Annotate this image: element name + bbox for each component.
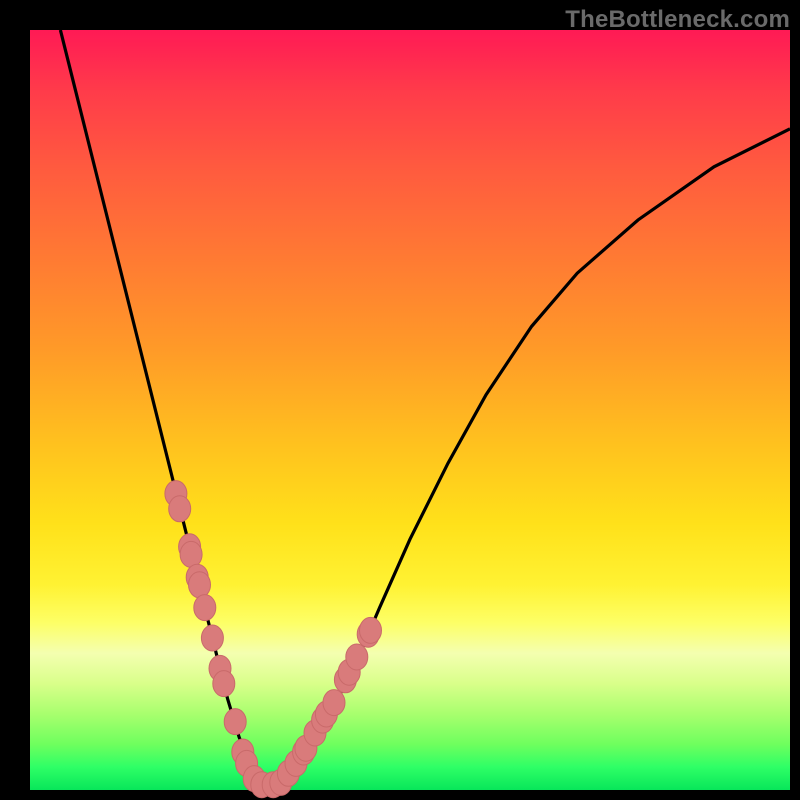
bottleneck-curve-path xyxy=(60,30,790,786)
plot-area xyxy=(30,30,790,790)
data-marker xyxy=(194,595,216,621)
data-marker xyxy=(201,625,223,651)
data-marker xyxy=(189,572,211,598)
data-marker xyxy=(346,644,368,670)
data-marker xyxy=(169,496,191,522)
data-marker xyxy=(360,617,382,643)
data-marker xyxy=(213,671,235,697)
chart-svg xyxy=(30,30,790,790)
data-marker xyxy=(224,709,246,735)
bottleneck-chart: TheBottleneck.com xyxy=(0,0,800,800)
data-marker xyxy=(180,541,202,567)
data-marker xyxy=(323,690,345,716)
marker-group xyxy=(165,481,382,798)
